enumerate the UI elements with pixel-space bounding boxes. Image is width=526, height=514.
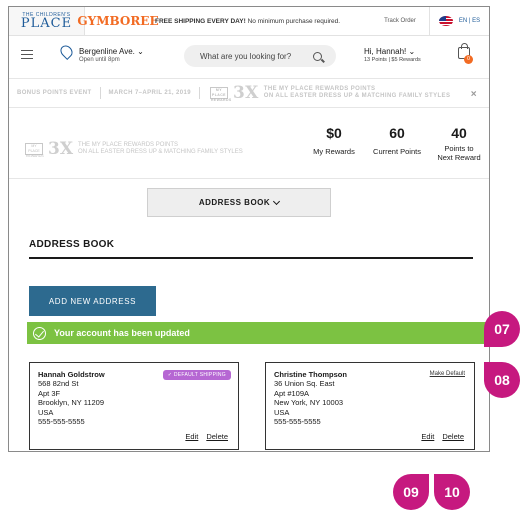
- promo-description: THE MY PLACE REWARDS POINTS ON ALL EASTE…: [73, 142, 243, 156]
- promo-event: BONUS POINTS EVENT: [17, 90, 92, 96]
- check-circle-icon: [33, 326, 46, 340]
- greeting: Hi, Hannah!: [364, 47, 407, 56]
- points-summary: 13 Points | $5 Rewards: [364, 57, 421, 63]
- promo-line-2: ON ALL EASTER DRESS UP & MATCHING FAMILY…: [263, 93, 451, 99]
- promo-line-1: THE MY PLACE REWARDS POINTS: [263, 86, 376, 92]
- delete-link[interactable]: Delete: [206, 432, 228, 441]
- section-divider: [29, 257, 473, 259]
- address-actions: Edit Delete: [421, 432, 464, 441]
- my-rewards: $0 My Rewards: [305, 125, 363, 156]
- childrens-place-logo[interactable]: THE CHILDREN'S PLACE: [9, 7, 85, 35]
- next-reward-label: Points to Next Reward: [431, 144, 487, 162]
- promo-multiplier: 3X: [232, 83, 259, 103]
- address-card: Christine Thompson 36 Union Sq. East Apt…: [265, 362, 475, 450]
- promo-line-2: ON ALL EASTER DRESS UP & MATCHING FAMILY…: [78, 149, 243, 155]
- promo-banner[interactable]: BONUS POINTS EVENT MARCH 7–APRIL 21, 201…: [9, 78, 489, 108]
- address-city: Brooklyn, NY 11209: [38, 398, 105, 407]
- my-place-rewards-logo: MY PLACE REWARDS: [209, 87, 232, 102]
- search-input[interactable]: What are you looking for?: [184, 45, 336, 67]
- address-line2: Apt #109A: [274, 388, 310, 398]
- promo-multiplier: 3X: [48, 139, 74, 159]
- top-bar: THE CHILDREN'S PLACE GYMBOREE FREE SHIPP…: [9, 7, 489, 36]
- address-country: USA: [38, 407, 54, 417]
- callout-marker-09: 09: [393, 474, 429, 510]
- store-selector[interactable]: Bergenline Ave. ⌄ Open until 8pm: [79, 47, 144, 63]
- success-banner: Your account has been updated: [27, 322, 489, 344]
- hamburger-menu-icon[interactable]: [21, 50, 33, 60]
- rewards-summary: MY PLACE REWARDS 3X THE MY PLACE REWARDS…: [9, 109, 489, 179]
- next-reward-value: 40: [451, 125, 467, 141]
- make-default-link[interactable]: Make Default: [430, 371, 465, 377]
- store-name: Bergenline Ave.: [79, 47, 135, 56]
- chevron-down-icon: ⌄: [408, 47, 416, 56]
- shipping-message: FREE SHIPPING EVERY DAY! No minimum purc…: [151, 18, 371, 25]
- promo-dates: MARCH 7–APRIL 21, 2019: [108, 90, 191, 96]
- add-new-address-button[interactable]: ADD NEW ADDRESS: [29, 286, 156, 316]
- address-line1: 568 82nd St: [38, 379, 79, 388]
- current-points-value: 60: [389, 125, 405, 141]
- address-phone: 555-555-5555: [38, 417, 85, 426]
- address-card: Hannah Goldstrow 568 82nd St Apt 3F Broo…: [29, 362, 239, 450]
- language-selector[interactable]: EN | ES: [429, 7, 489, 35]
- my-rewards-label: My Rewards: [313, 147, 355, 156]
- gymboree-logo[interactable]: GYMBOREE: [77, 7, 158, 35]
- next-reward: 40 Points to Next Reward: [431, 125, 487, 162]
- edit-link[interactable]: Edit: [185, 432, 198, 441]
- address-country: USA: [274, 407, 290, 417]
- callout-label: 10: [444, 484, 460, 500]
- shipping-rest: No minimum purchase required.: [245, 17, 341, 25]
- success-message: Your account has been updated: [54, 328, 190, 338]
- default-shipping-badge: ✓ DEFAULT SHIPPING: [162, 370, 231, 380]
- address-line1: 36 Union Sq. East: [274, 379, 335, 388]
- callout-label: 07: [494, 321, 510, 337]
- main-header: Bergenline Ave. ⌄ Open until 8pm What ar…: [9, 37, 489, 77]
- divider: [198, 87, 200, 99]
- address-book-dropdown-label: ADDRESS BOOK: [198, 198, 271, 207]
- delete-link[interactable]: Delete: [442, 432, 464, 441]
- current-points: 60 Current Points: [366, 125, 428, 156]
- us-flag-icon: [438, 16, 453, 26]
- my-place-rewards-logo: MY PLACE REWARDS: [25, 143, 44, 158]
- callout-label: 08: [494, 372, 510, 388]
- callout-marker-07: 07: [484, 311, 520, 347]
- my-rewards-value: $0: [326, 125, 342, 141]
- app-frame: THE CHILDREN'S PLACE GYMBOREE FREE SHIPP…: [8, 6, 490, 452]
- shipping-bold: FREE SHIPPING EVERY DAY!: [155, 17, 246, 25]
- next-reward-label-1: Points to: [444, 144, 474, 153]
- track-order-link[interactable]: Track Order: [371, 18, 429, 24]
- account-menu[interactable]: Hi, Hannah! ⌄ 13 Points | $5 Rewards: [364, 47, 421, 63]
- language-label: EN | ES: [458, 18, 481, 24]
- address-book-dropdown[interactable]: ADDRESS BOOK: [147, 188, 331, 217]
- logo-big-text: PLACE: [20, 16, 73, 31]
- callout-label: 09: [403, 484, 419, 500]
- chevron-down-icon: [273, 197, 281, 205]
- store-hours: Open until 8pm: [79, 57, 120, 63]
- address-city: New York, NY 10003: [274, 398, 344, 407]
- edit-link[interactable]: Edit: [421, 432, 434, 441]
- chevron-down-icon: ⌄: [137, 47, 144, 56]
- bag-count-badge: 0: [464, 55, 473, 64]
- location-pin-icon: [58, 43, 75, 60]
- promo-description: THE MY PLACE REWARDS POINTS ON ALL EASTE…: [259, 86, 451, 100]
- callout-marker-10: 10: [434, 474, 470, 510]
- search-placeholder: What are you looking for?: [200, 51, 292, 61]
- page-title: ADDRESS BOOK: [29, 239, 115, 250]
- close-icon[interactable]: ×: [471, 89, 477, 100]
- rewards-promo: MY PLACE REWARDS 3X THE MY PLACE REWARDS…: [25, 139, 243, 159]
- promo-line-1: THE MY PLACE REWARDS POINTS: [78, 142, 179, 148]
- next-reward-label-2: Next Reward: [437, 153, 481, 162]
- address-line2: Apt 3F: [38, 388, 61, 398]
- search-icon[interactable]: [313, 51, 322, 61]
- callout-marker-08: 08: [484, 362, 520, 398]
- address-actions: Edit Delete: [185, 432, 228, 441]
- address-phone: 555-555-5555: [274, 417, 321, 426]
- current-points-label: Current Points: [373, 147, 421, 156]
